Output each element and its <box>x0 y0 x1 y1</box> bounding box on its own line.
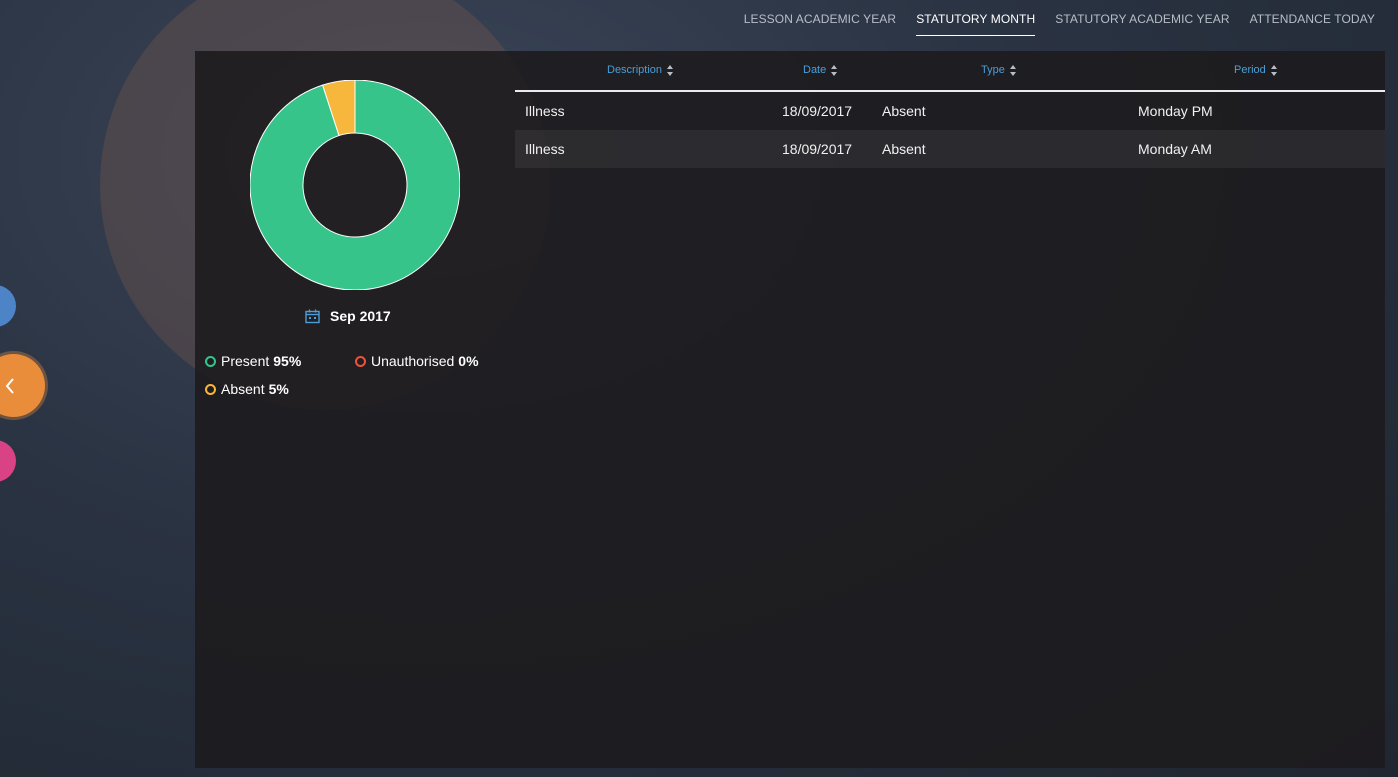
cell-period: Monday PM <box>1138 103 1213 119</box>
table-header: Description Date Type Period <box>515 51 1385 92</box>
column-header-date[interactable]: Date <box>803 64 838 76</box>
tab-statutory-academic-year[interactable]: STATUTORY ACADEMIC YEAR <box>1055 0 1229 36</box>
view-tabs: LESSON ACADEMIC YEAR STATUTORY MONTH STA… <box>724 0 1398 40</box>
legend-present-value: 95% <box>273 353 302 369</box>
sort-icon <box>1270 64 1277 76</box>
table-row[interactable]: Illness 18/09/2017 Absent Monday PM <box>515 92 1385 130</box>
column-header-label: Date <box>803 64 827 76</box>
column-header-label: Type <box>981 64 1005 76</box>
legend-present-label: Present <box>221 353 270 369</box>
menu-button-blue[interactable] <box>0 285 16 327</box>
tab-attendance-today[interactable]: ATTENDANCE TODAY <box>1250 0 1375 36</box>
legend-absent-value: 5% <box>268 381 289 397</box>
present-dot-icon <box>205 355 216 367</box>
cell-date: 18/09/2017 <box>782 141 853 157</box>
legend-unauthorised-label: Unauthorised <box>371 353 455 369</box>
legend-absent: Absent 5% <box>205 381 289 397</box>
menu-button-pink[interactable] <box>0 440 16 482</box>
attendance-donut-chart <box>249 79 461 291</box>
column-header-period[interactable]: Period <box>1234 64 1277 76</box>
attendance-panel: Sep 2017 Present 95% Unauthorised 0% Abs… <box>195 51 1385 768</box>
legend-unauthorised: Unauthorised 0% <box>355 353 479 369</box>
attendance-table: Description Date Type Period Illness 18/… <box>515 51 1385 168</box>
donut-slice-present[interactable] <box>249 79 461 291</box>
sort-icon <box>667 64 674 76</box>
sort-icon <box>831 64 838 76</box>
cell-description: Illness <box>525 103 565 119</box>
unauthorised-dot-icon <box>355 355 366 367</box>
month-text: Sep 2017 <box>330 308 391 324</box>
legend-unauthorised-value: 0% <box>458 353 479 369</box>
calendar-icon <box>305 309 320 323</box>
legend-present: Present 95% <box>205 353 301 369</box>
column-header-label: Description <box>607 64 663 76</box>
column-header-type[interactable]: Type <box>981 64 1016 76</box>
cell-type: Absent <box>882 141 926 157</box>
sort-icon <box>1009 64 1016 76</box>
back-button[interactable] <box>0 354 45 417</box>
absent-dot-icon <box>205 383 216 395</box>
cell-period: Monday AM <box>1138 141 1212 157</box>
tab-lesson-academic-year[interactable]: LESSON ACADEMIC YEAR <box>744 0 897 36</box>
cell-type: Absent <box>882 103 926 119</box>
month-label: Sep 2017 <box>305 308 391 324</box>
chevron-left-icon <box>5 378 14 394</box>
legend-absent-label: Absent <box>221 381 265 397</box>
column-header-description[interactable]: Description <box>607 64 674 76</box>
cell-date: 18/09/2017 <box>782 103 853 119</box>
table-row[interactable]: Illness 18/09/2017 Absent Monday AM <box>515 130 1385 168</box>
column-header-label: Period <box>1234 64 1266 76</box>
tab-statutory-month[interactable]: STATUTORY MONTH <box>916 0 1036 36</box>
cell-description: Illness <box>525 141 565 157</box>
